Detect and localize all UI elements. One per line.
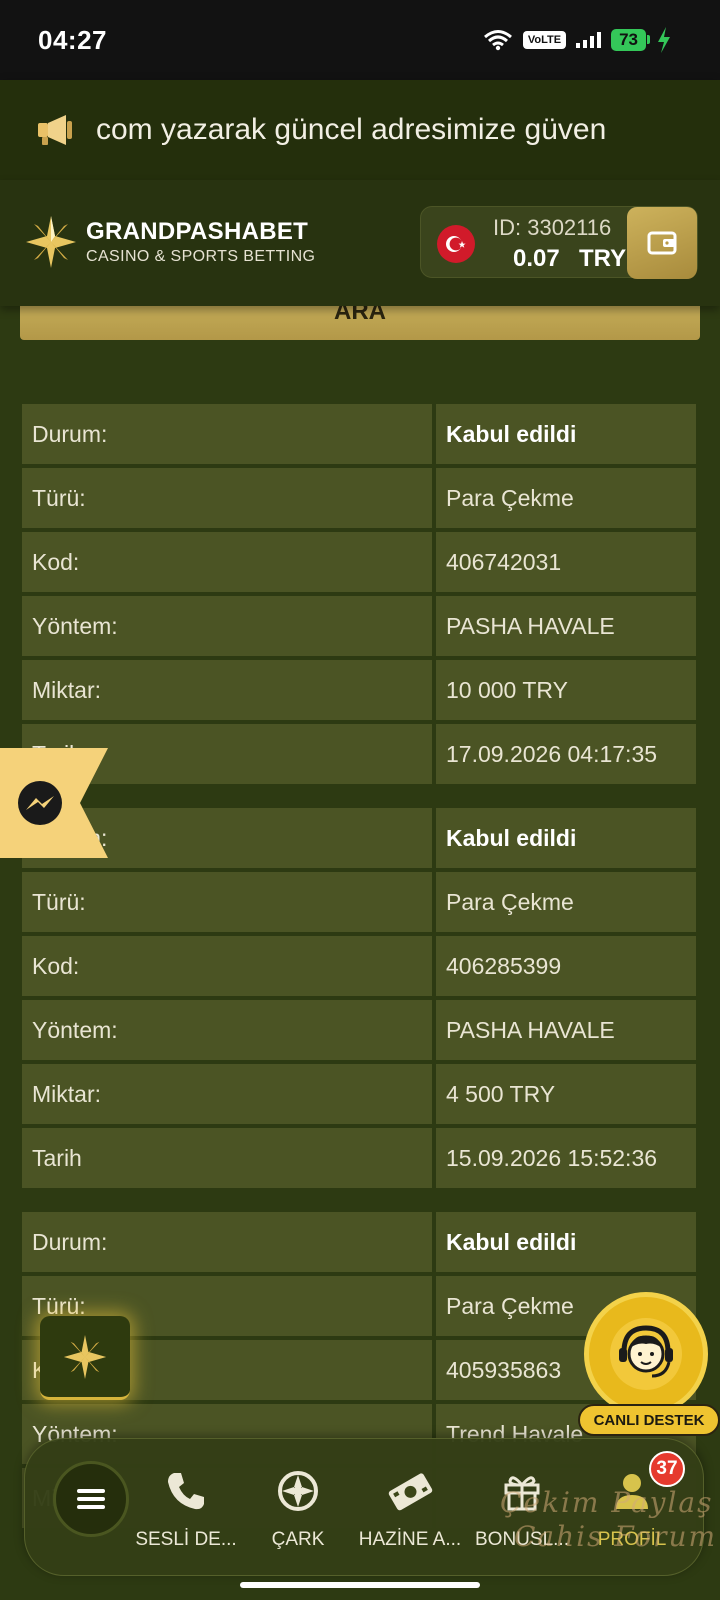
account-balance: 0.07 — [513, 245, 560, 272]
amount-label: Miktar: — [22, 660, 432, 720]
account-currency: TRY — [579, 245, 627, 272]
signal-icon — [576, 32, 602, 48]
transaction-card: Durum: Kabul edildi Türü: Para Çekme Kod… — [22, 808, 700, 1192]
home-indicator[interactable] — [240, 1582, 480, 1588]
table-row: Miktar: 10 000 TRY — [22, 660, 700, 724]
support-agent-icon — [584, 1292, 708, 1416]
amount-value: 4 500 TRY — [436, 1064, 696, 1124]
nav-label: HAZİNE A... — [358, 1529, 462, 1550]
announcement-text: com yazarak güncel adresimize güven — [96, 113, 607, 146]
status-value: Kabul edildi — [436, 808, 696, 868]
table-row: Yöntem: PASHA HAVALE — [22, 596, 700, 660]
nav-label: SESLİ DE... — [135, 1529, 237, 1550]
announcement-bar: com yazarak güncel adresimize güven — [0, 80, 720, 180]
hamburger-icon — [77, 1489, 105, 1509]
charging-icon — [658, 27, 670, 53]
table-row: Miktar: 4 500 TRY — [22, 1064, 700, 1128]
status-value: Kabul edildi — [436, 1212, 696, 1272]
status-icons: VoLTE 73 — [483, 27, 672, 53]
code-label: Kod: — [22, 936, 432, 996]
status-label: Durum: — [22, 1212, 432, 1272]
table-row: Tarih 17.09.2026 04:17:35 — [22, 724, 700, 788]
table-row: Yöntem: PASHA HAVALE — [22, 1000, 700, 1064]
type-value: Para Çekme — [436, 872, 696, 932]
site-logo[interactable]: GRANDPASHABET CASINO & SPORTS BETTING — [26, 216, 315, 268]
method-label: Yöntem: — [22, 1000, 432, 1060]
turkey-flag-icon — [437, 225, 475, 263]
table-row: Kod: 406742031 — [22, 532, 700, 596]
logo-title: GRANDPASHABET — [86, 218, 309, 245]
type-label: Türü: — [22, 872, 432, 932]
table-row: Türü: Para Çekme — [22, 468, 700, 532]
site-header: GRANDPASHABET CASINO & SPORTS BETTING ID… — [0, 180, 720, 306]
nav-item-wheel[interactable]: ÇARK — [243, 1461, 353, 1551]
status-label: Durum: — [22, 404, 432, 464]
wallet-button[interactable] — [627, 207, 697, 279]
battery-indicator: 73 — [611, 29, 650, 51]
floating-logo-button[interactable] — [40, 1316, 130, 1400]
method-value: PASHA HAVALE — [436, 596, 696, 656]
notification-badge: 37 — [649, 1451, 685, 1487]
wheel-icon — [278, 1471, 318, 1511]
type-value: Para Çekme — [436, 468, 696, 528]
status-value: Kabul edildi — [436, 404, 696, 464]
date-value: 17.09.2026 04:17:35 — [436, 724, 696, 784]
account-id: ID: 3302116 — [493, 215, 612, 240]
table-row: Kod: 406285399 — [22, 936, 700, 1000]
megaphone-icon — [38, 115, 72, 145]
live-support-label: CANLI DESTEK — [578, 1404, 720, 1436]
watermark: Çekim Paylaş Cahis Forum — [500, 1486, 717, 1554]
wifi-icon — [483, 30, 512, 51]
menu-button[interactable] — [53, 1461, 129, 1537]
logo-subtitle: CASINO & SPORTS BETTING — [86, 248, 316, 265]
star-logo-icon — [63, 1334, 107, 1379]
table-row: Tarih 15.09.2026 15:52:36 — [22, 1128, 700, 1192]
watermark-line: Cahis Forum — [514, 1520, 718, 1553]
status-time: 04:27 — [38, 24, 107, 55]
nav-item-treasure[interactable]: HAZİNE A... — [355, 1461, 465, 1551]
wallet-icon — [647, 231, 677, 255]
volte-badge: VoLTE — [522, 31, 567, 49]
code-label: Kod: — [22, 532, 432, 592]
nav-label: ÇARK — [271, 1529, 325, 1550]
date-label: Tarih — [22, 1128, 432, 1188]
account-panel: ID: 3302116 0.07 TRY — [420, 206, 698, 279]
table-row: Durum: Kabul edildi — [22, 808, 700, 872]
type-label: Türü: — [22, 468, 432, 528]
code-value: 406742031 — [436, 532, 696, 592]
watermark-line: Çekim Paylaş — [500, 1486, 714, 1519]
method-label: Yöntem: — [22, 596, 432, 656]
nav-item-voice-support[interactable]: SESLİ DE... — [131, 1461, 241, 1551]
phone-icon — [168, 1473, 204, 1510]
table-row: Durum: Kabul edildi — [22, 404, 700, 468]
live-support-button[interactable]: CANLI DESTEK — [578, 1292, 720, 1444]
star-logo-icon — [26, 216, 76, 268]
code-value: 406285399 — [436, 936, 696, 996]
method-value: PASHA HAVALE — [436, 1000, 696, 1060]
amount-value: 10 000 TRY — [436, 660, 696, 720]
date-value: 15.09.2026 15:52:36 — [436, 1128, 696, 1188]
table-row: Türü: Para Çekme — [22, 872, 700, 936]
amount-label: Miktar: — [22, 1064, 432, 1124]
transaction-card: Durum: Kabul edildi Türü: Para Çekme Kod… — [22, 404, 700, 788]
messenger-button[interactable] — [0, 748, 110, 858]
table-row: Durum: Kabul edildi — [22, 1212, 700, 1276]
status-bar: 04:27 VoLTE 73 — [0, 0, 720, 80]
cash-icon — [388, 1473, 433, 1511]
